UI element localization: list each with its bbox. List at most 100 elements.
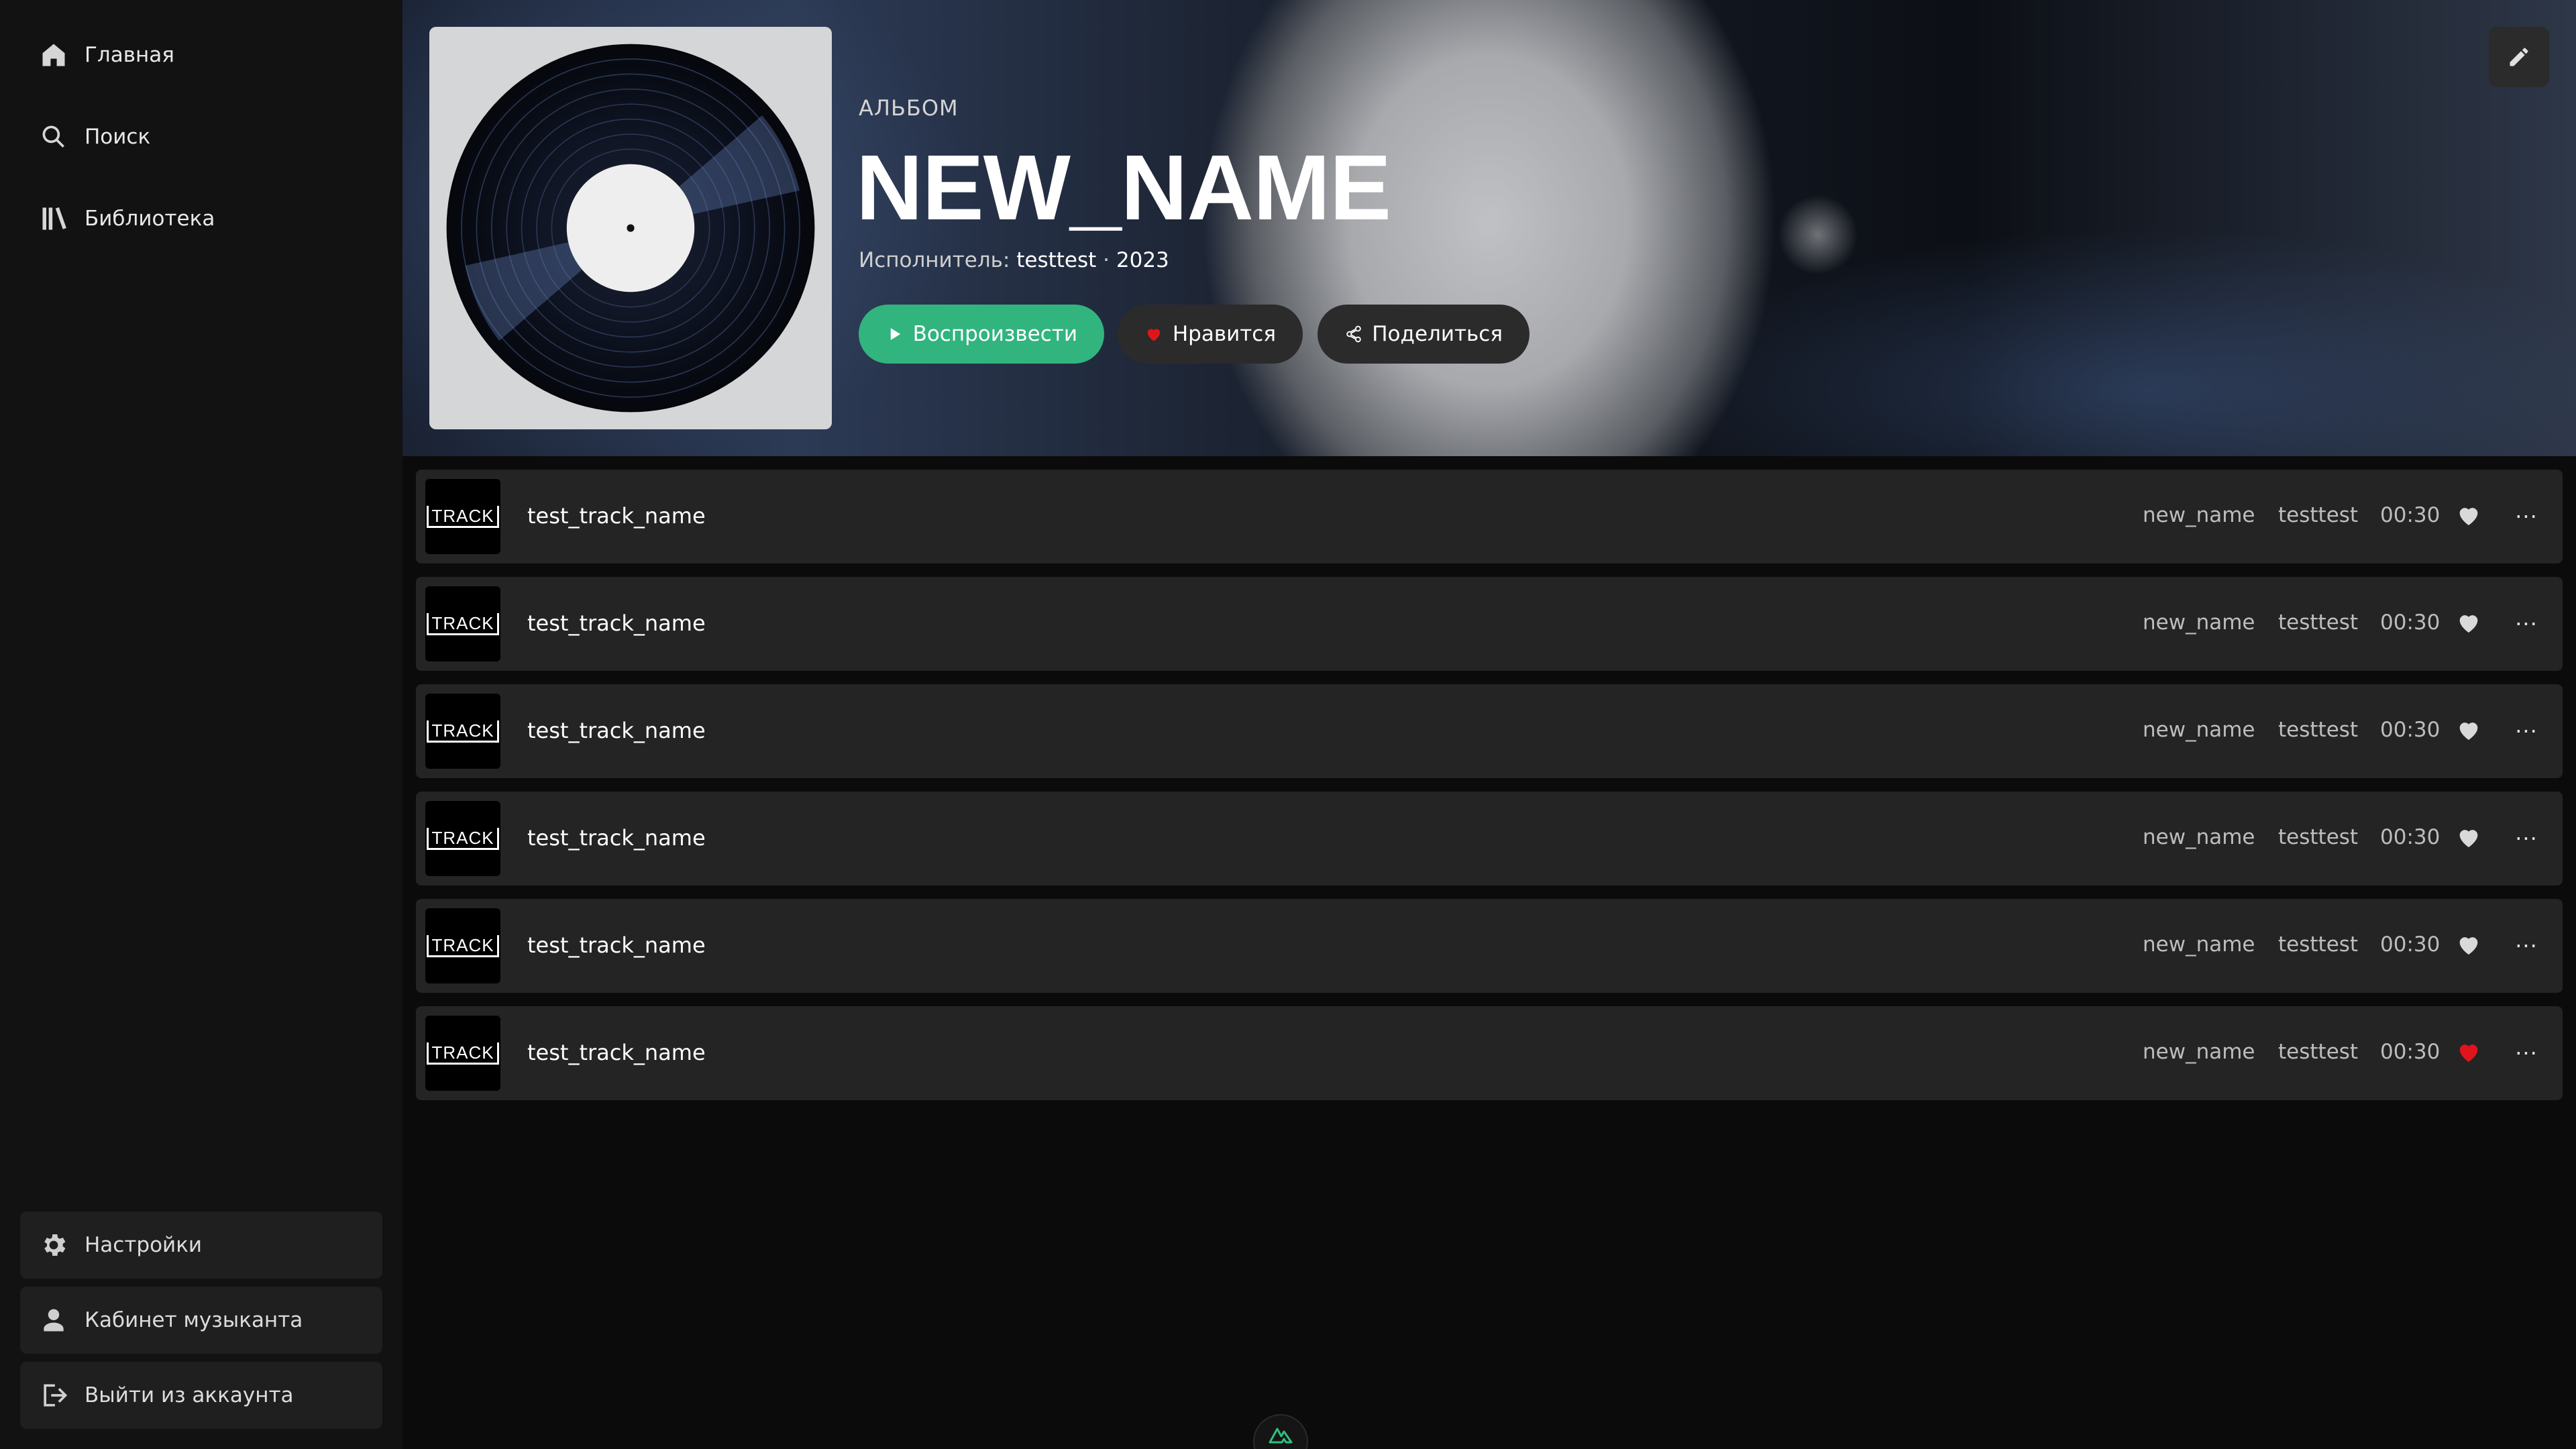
track-more-button[interactable]: ··· — [2513, 932, 2540, 959]
album-type-label: АЛЬБОМ — [859, 95, 959, 121]
heart-icon — [2459, 722, 2478, 740]
more-icon: ··· — [2515, 826, 2538, 851]
musician-cabinet-label: Кабинет музыканта — [85, 1308, 303, 1332]
track-artist[interactable]: testtest — [2278, 718, 2358, 742]
hero-background-detail — [1778, 195, 1858, 275]
heart-icon — [2459, 830, 2478, 847]
track-row[interactable]: TRACK test_track_name new_name testtest … — [416, 684, 2563, 778]
track-thumb-text: TRACK — [427, 612, 499, 635]
edit-album-button[interactable] — [2489, 27, 2549, 87]
track-thumbnail: TRACK — [425, 908, 500, 983]
track-album[interactable]: new_name — [2143, 825, 2255, 849]
track-artist[interactable]: testtest — [2278, 932, 2358, 957]
track-name: test_track_name — [527, 503, 706, 529]
track-thumb-text: TRACK — [427, 720, 499, 743]
track-row[interactable]: TRACK test_track_name new_name testtest … — [416, 792, 2563, 885]
album-header: АЛЬБОМ NEW_NAME Исполнитель: testtest · … — [402, 0, 2576, 456]
like-album-button[interactable]: Нравится — [1118, 305, 1303, 364]
pencil-icon — [2510, 48, 2528, 66]
track-artist[interactable]: testtest — [2278, 1040, 2358, 1064]
album-meta: Исполнитель: testtest · 2023 — [859, 248, 1169, 272]
play-button-label: Воспроизвести — [912, 322, 1077, 346]
devtools-logo-button[interactable] — [1253, 1414, 1308, 1449]
track-duration: 00:30 — [2380, 610, 2440, 635]
more-icon: ··· — [2515, 504, 2538, 529]
track-artist[interactable]: testtest — [2278, 825, 2358, 849]
logout-icon — [38, 1379, 70, 1411]
track-like-button[interactable] — [2455, 824, 2482, 851]
track-thumb-text: TRACK — [427, 827, 499, 850]
library-icon — [38, 203, 70, 235]
track-name: test_track_name — [527, 1040, 706, 1065]
track-thumbnail: TRACK — [425, 801, 500, 876]
track-album[interactable]: new_name — [2143, 932, 2255, 957]
track-thumbnail: TRACK — [425, 694, 500, 769]
more-icon: ··· — [2515, 933, 2538, 959]
settings-label: Настройки — [85, 1233, 203, 1257]
track-thumbnail: TRACK — [425, 1016, 500, 1091]
gear-icon — [38, 1229, 70, 1261]
track-more-button[interactable]: ··· — [2513, 1040, 2540, 1067]
track-more-button[interactable]: ··· — [2513, 503, 2540, 530]
play-icon — [890, 328, 901, 340]
track-thumbnail: TRACK — [425, 586, 500, 661]
share-button-label: Поделиться — [1372, 322, 1503, 346]
nav-search[interactable]: Поиск — [38, 115, 150, 158]
track-row[interactable]: TRACK test_track_name new_name testtest … — [416, 470, 2563, 564]
track-more-button[interactable]: ··· — [2513, 610, 2540, 637]
more-icon: ··· — [2515, 1040, 2538, 1066]
heart-icon-liked — [2459, 1044, 2478, 1062]
nav-library[interactable]: Библиотека — [38, 197, 215, 240]
heart-icon — [1147, 329, 1161, 341]
heart-icon — [2459, 508, 2478, 525]
artist-link[interactable]: testtest — [1016, 248, 1096, 272]
nav-search-label: Поиск — [85, 125, 151, 149]
track-name: test_track_name — [527, 610, 706, 636]
share-button[interactable]: Поделиться — [1318, 305, 1529, 364]
app-root: Главная Поиск Библиотека Настройки Кабин… — [0, 0, 2576, 1449]
meta-separator: · — [1103, 248, 1110, 272]
nav-home[interactable]: Главная — [38, 34, 174, 76]
artist-prefix: Исполнитель: — [859, 248, 1010, 272]
home-icon — [38, 39, 70, 71]
track-thumb-text: TRACK — [427, 1042, 499, 1065]
settings-button[interactable]: Настройки — [20, 1212, 382, 1279]
track-more-button[interactable]: ··· — [2513, 718, 2540, 745]
track-name: test_track_name — [527, 932, 706, 958]
share-icon — [1346, 325, 1361, 343]
musician-cabinet-button[interactable]: Кабинет музыканта — [20, 1287, 382, 1354]
play-button[interactable]: Воспроизвести — [859, 305, 1104, 364]
track-like-button[interactable] — [2455, 609, 2482, 636]
track-album[interactable]: new_name — [2143, 610, 2255, 635]
track-duration: 00:30 — [2380, 718, 2440, 742]
album-year: 2023 — [1116, 248, 1169, 272]
track-artist[interactable]: testtest — [2278, 503, 2358, 527]
track-album[interactable]: new_name — [2143, 718, 2255, 742]
logout-button[interactable]: Выйти из аккаунта — [20, 1362, 382, 1429]
nav-library-label: Библиотека — [85, 207, 215, 231]
nav-home-label: Главная — [85, 43, 174, 67]
track-more-button[interactable]: ··· — [2513, 825, 2540, 852]
track-row[interactable]: TRACK test_track_name new_name testtest … — [416, 577, 2563, 671]
track-artist[interactable]: testtest — [2278, 610, 2358, 635]
album-title: NEW_NAME — [856, 136, 1391, 239]
track-thumb-text: TRACK — [427, 934, 499, 957]
sidebar: Главная Поиск Библиотека Настройки Кабин… — [0, 0, 402, 1449]
more-icon: ··· — [2515, 611, 2538, 637]
like-button-label: Нравится — [1172, 322, 1276, 346]
user-icon — [38, 1304, 70, 1336]
track-row[interactable]: TRACK test_track_name new_name testtest … — [416, 1006, 2563, 1100]
heart-icon — [2459, 937, 2478, 955]
track-like-button[interactable] — [2455, 716, 2482, 743]
track-like-button[interactable] — [2455, 931, 2482, 958]
track-row[interactable]: TRACK test_track_name new_name testtest … — [416, 899, 2563, 993]
track-album[interactable]: new_name — [2143, 1040, 2255, 1064]
track-like-button[interactable] — [2455, 502, 2482, 529]
vinyl-record-icon — [446, 44, 815, 413]
track-duration: 00:30 — [2380, 1040, 2440, 1064]
search-icon — [38, 121, 70, 153]
heart-icon — [2459, 615, 2478, 633]
track-like-button[interactable] — [2455, 1038, 2482, 1065]
track-album[interactable]: new_name — [2143, 503, 2255, 527]
nuxt-logo-icon — [1269, 1428, 1293, 1444]
